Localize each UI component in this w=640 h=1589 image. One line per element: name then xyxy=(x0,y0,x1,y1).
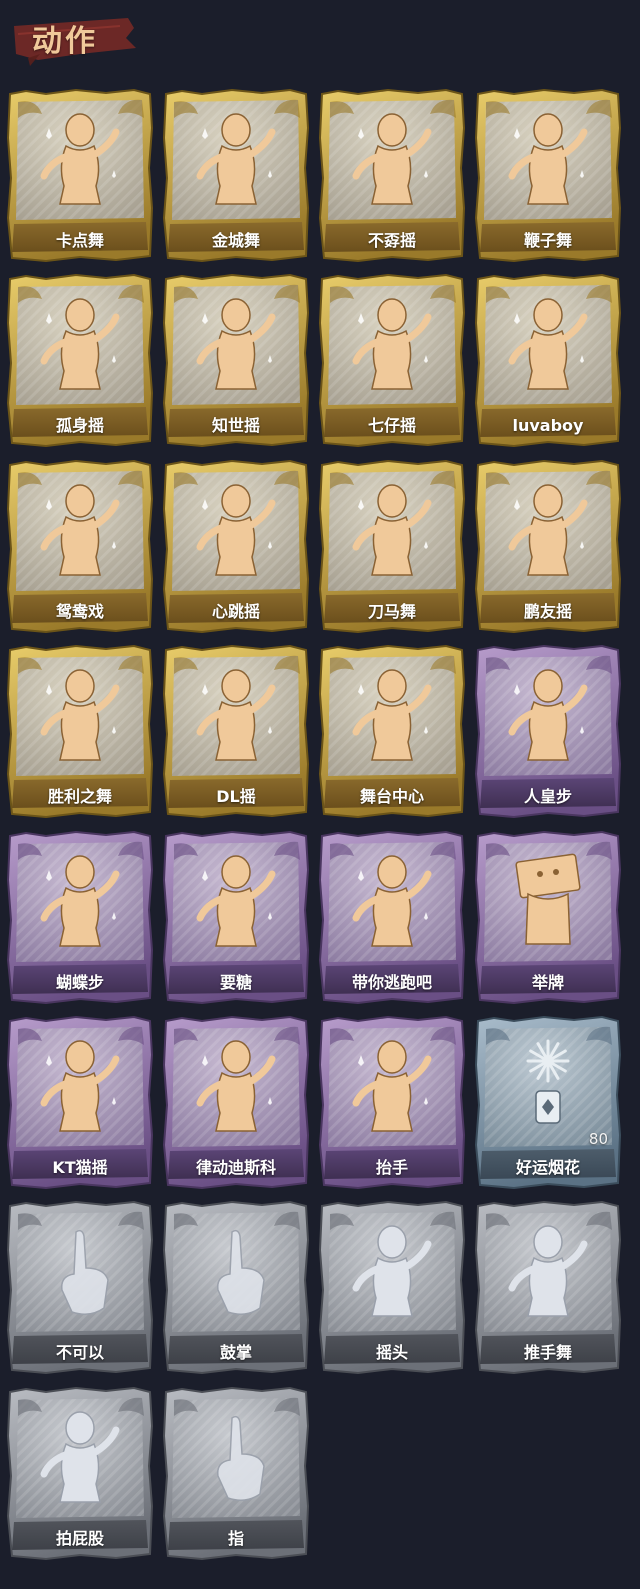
action-label: 知世摇 xyxy=(211,416,260,435)
dance-pose-icon xyxy=(508,669,588,761)
dance-pose-icon xyxy=(40,855,120,947)
action-card-26[interactable]: 摇头 xyxy=(318,1200,466,1375)
item-count: 80 xyxy=(588,1130,608,1148)
firework-icon xyxy=(526,1039,570,1124)
finger-wag-icon xyxy=(61,1229,109,1315)
action-card-16[interactable]: 蝴蝶步 xyxy=(6,830,154,1005)
action-card-17[interactable]: 要糖 xyxy=(162,830,310,1005)
dance-pose-icon xyxy=(352,669,432,761)
action-label: 摇头 xyxy=(375,1343,408,1362)
dance-pose-icon xyxy=(508,484,588,576)
action-card-25[interactable]: 鼓掌 xyxy=(162,1200,310,1375)
action-card-27[interactable]: 推手舞 xyxy=(474,1200,622,1375)
action-label: 指 xyxy=(227,1529,244,1548)
dance-pose-icon xyxy=(196,1040,276,1132)
action-card-2[interactable]: 不孬摇 xyxy=(318,88,466,263)
action-card-9[interactable]: 心跳摇 xyxy=(162,459,310,634)
action-label: 鼓掌 xyxy=(219,1343,252,1362)
figure-silhouette-icon xyxy=(352,1225,432,1317)
action-card-10[interactable]: 刀马舞 xyxy=(318,459,466,634)
action-label: 好运烟花 xyxy=(515,1158,580,1177)
action-card-28[interactable]: 拍屁股 xyxy=(6,1386,154,1561)
dance-pose-icon xyxy=(352,484,432,576)
action-label: 推手舞 xyxy=(523,1343,572,1362)
sign-board-icon xyxy=(515,853,581,945)
action-card-1[interactable]: 金城舞 xyxy=(162,88,310,263)
action-grid: 卡点舞 金城舞 不孬摇 鞭子舞孤身摇 知世摇 七仔摇 luvaboy 鸳鸯戏 心跳摇 刀马舞 鹏友摇… xyxy=(0,0,640,1589)
figure-silhouette-icon xyxy=(352,1040,432,1132)
action-label: 举牌 xyxy=(531,973,564,992)
dance-pose-icon xyxy=(40,298,120,390)
action-card-19[interactable]: 举牌 xyxy=(474,830,622,1005)
action-label: 刀马舞 xyxy=(367,602,416,621)
action-card-4[interactable]: 孤身摇 xyxy=(6,273,154,448)
action-label: DL摇 xyxy=(216,787,256,806)
figure-silhouette-icon xyxy=(508,1225,588,1317)
action-label: 不孬摇 xyxy=(367,231,416,250)
dance-pose-icon xyxy=(196,113,276,205)
action-label: 拍屁股 xyxy=(55,1529,104,1548)
action-label: 金城舞 xyxy=(211,231,260,250)
action-card-22[interactable]: 抬手 xyxy=(318,1015,466,1190)
dance-pose-icon xyxy=(40,1040,120,1132)
action-label: 孤身摇 xyxy=(55,416,104,435)
action-card-6[interactable]: 七仔摇 xyxy=(318,273,466,448)
action-label: 不可以 xyxy=(55,1343,104,1362)
dance-pose-icon xyxy=(196,669,276,761)
action-card-21[interactable]: 律动迪斯科 xyxy=(162,1015,310,1190)
action-label: 鹏友摇 xyxy=(523,602,572,621)
action-label: 带你逃跑吧 xyxy=(351,973,432,992)
dance-pose-icon xyxy=(508,113,588,205)
action-card-7[interactable]: luvaboy xyxy=(474,273,622,448)
action-card-5[interactable]: 知世摇 xyxy=(162,273,310,448)
action-label: 要糖 xyxy=(219,973,252,992)
action-card-29[interactable]: 指 xyxy=(162,1386,310,1561)
figure-silhouette-icon xyxy=(40,1411,120,1503)
action-label: 抬手 xyxy=(375,1158,408,1177)
action-label: KT猫摇 xyxy=(52,1158,108,1177)
dance-pose-icon xyxy=(352,298,432,390)
action-card-14[interactable]: 舞台中心 xyxy=(318,644,466,819)
clapping-hands-icon xyxy=(217,1229,265,1315)
action-label: 人皇步 xyxy=(523,787,572,806)
dance-pose-icon xyxy=(508,298,588,390)
action-card-24[interactable]: 不可以 xyxy=(6,1200,154,1375)
action-label: 心跳摇 xyxy=(211,602,260,621)
dance-pose-icon xyxy=(196,298,276,390)
action-card-0[interactable]: 卡点舞 xyxy=(6,88,154,263)
dance-pose-icon xyxy=(40,484,120,576)
action-card-20[interactable]: KT猫摇 xyxy=(6,1015,154,1190)
action-card-8[interactable]: 鸳鸯戏 xyxy=(6,459,154,634)
dance-pose-icon xyxy=(40,113,120,205)
action-card-11[interactable]: 鹏友摇 xyxy=(474,459,622,634)
action-label: 舞台中心 xyxy=(359,787,424,806)
dance-pose-icon xyxy=(352,855,432,947)
dance-pose-icon xyxy=(196,484,276,576)
action-card-15[interactable]: 人皇步 xyxy=(474,644,622,819)
action-label: 卡点舞 xyxy=(55,231,104,250)
action-card-18[interactable]: 带你逃跑吧 xyxy=(318,830,466,1005)
dance-pose-icon xyxy=(352,113,432,205)
dance-pose-icon xyxy=(40,669,120,761)
action-label: 七仔摇 xyxy=(367,416,416,435)
action-card-3[interactable]: 鞭子舞 xyxy=(474,88,622,263)
action-label: 鸳鸯戏 xyxy=(55,602,104,621)
pointing-hand-icon xyxy=(217,1415,265,1501)
figure-silhouette-icon xyxy=(196,855,276,947)
action-label: 蝴蝶步 xyxy=(55,973,104,992)
action-card-23[interactable]: 好运烟花 80 xyxy=(474,1015,622,1190)
action-label: 律动迪斯科 xyxy=(195,1158,276,1177)
action-card-12[interactable]: 胜利之舞 xyxy=(6,644,154,819)
action-label: 胜利之舞 xyxy=(47,787,112,806)
action-card-13[interactable]: DL摇 xyxy=(162,644,310,819)
action-label: 鞭子舞 xyxy=(523,231,572,250)
action-label: luvaboy xyxy=(512,416,584,435)
